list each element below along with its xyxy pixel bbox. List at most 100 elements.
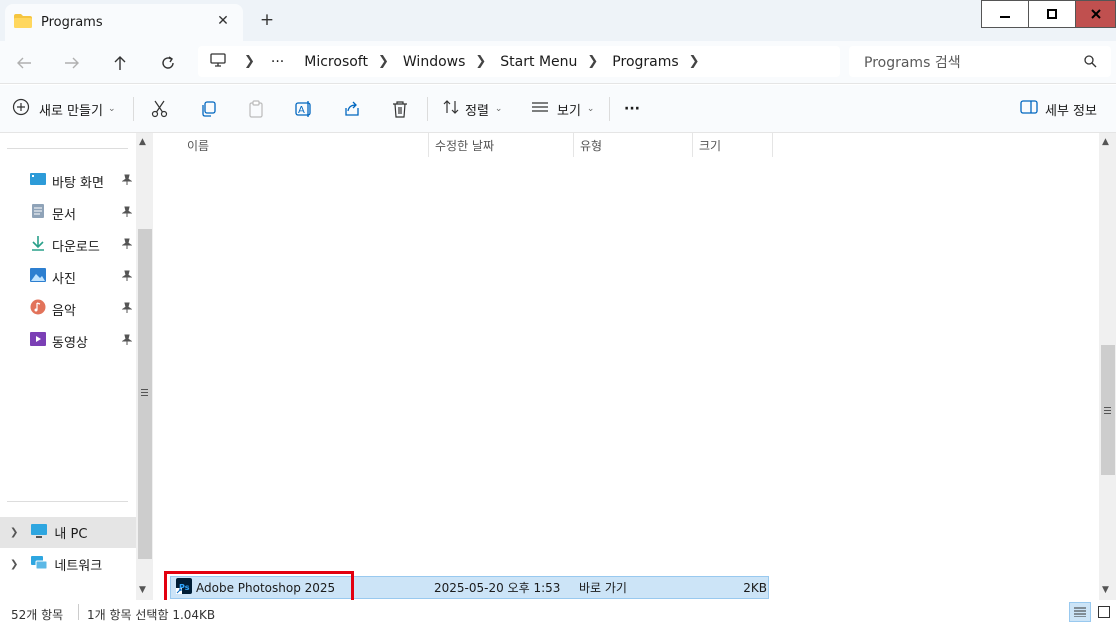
minimize-button[interactable] <box>981 0 1029 28</box>
video-icon <box>30 331 46 351</box>
status-bar: 52개 항목 1개 항목 선택함 1.04KB <box>0 600 1116 624</box>
back-arrow-icon[interactable] <box>10 49 38 77</box>
rename-icon[interactable]: A <box>295 98 313 120</box>
tab-title: Programs <box>41 15 103 30</box>
scroll-down-icon[interactable]: ▼ <box>139 585 146 595</box>
sidebar-item-downloads[interactable]: 다운로드 <box>30 234 136 256</box>
file-modified: 2025-05-20 오후 1:53 <box>434 581 561 595</box>
sidebar-item-pictures[interactable]: 사진 <box>30 266 136 288</box>
sidebar-item-label: 내 PC <box>54 527 88 542</box>
column-header-type[interactable]: 유형 <box>574 133 693 157</box>
pin-icon[interactable] <box>121 302 133 318</box>
chevron-right-icon: ❯ <box>377 54 389 69</box>
tiles-view-icon[interactable] <box>1095 603 1113 621</box>
breadcrumb-ellipsis[interactable]: ··· <box>271 54 284 70</box>
toolbar-divider <box>609 97 610 121</box>
address-bar[interactable]: ❯ ··· Microsoft ❯ Windows ❯ Start Menu ❯… <box>198 46 840 77</box>
breadcrumb-start-menu[interactable]: Start Menu <box>500 54 577 70</box>
up-arrow-icon[interactable] <box>106 49 134 77</box>
maximize-button[interactable] <box>1028 0 1076 28</box>
pictures-icon <box>30 267 46 287</box>
plus-circle-icon <box>12 98 30 120</box>
pin-icon[interactable] <box>121 270 133 286</box>
refresh-icon[interactable] <box>154 49 182 77</box>
view-list-icon <box>531 100 549 118</box>
file-row-photoshop[interactable]: Ps Adobe Photoshop 2025 2025-05-20 오후 1:… <box>170 576 769 599</box>
chevron-right-icon: ❯ <box>688 54 700 69</box>
file-name: Adobe Photoshop 2025 <box>196 580 336 595</box>
details-pane-button[interactable]: 세부 정보 <box>1020 98 1097 120</box>
delete-icon[interactable] <box>391 98 409 120</box>
sidebar-item-videos[interactable]: 동영상 <box>30 330 136 352</box>
cut-icon[interactable] <box>151 98 169 120</box>
sidebar-item-this-pc[interactable]: ❯ 내 PC <box>0 517 136 548</box>
file-type: 바로 가기 <box>579 581 627 595</box>
chevron-right-icon: ❯ <box>587 54 599 69</box>
breadcrumb-programs[interactable]: Programs <box>612 54 678 70</box>
paste-icon[interactable] <box>247 98 265 120</box>
column-header-size[interactable]: 크기 <box>693 133 773 157</box>
search-icon[interactable] <box>1083 54 1097 72</box>
more-options-button[interactable]: ··· <box>624 98 640 120</box>
search-input[interactable]: Programs 검색 <box>849 46 1111 77</box>
file-list-scrollbar[interactable]: ▲ ▼ <box>1099 133 1116 600</box>
new-tab-button[interactable]: + <box>257 10 277 30</box>
pin-icon[interactable] <box>121 174 133 190</box>
column-name-label: 이름 <box>187 138 210 153</box>
sidebar-scroll-thumb[interactable] <box>138 229 152 559</box>
sidebar-item-label: 네트워크 <box>54 559 103 574</box>
sort-icon <box>443 99 459 119</box>
pin-icon[interactable] <box>121 238 133 254</box>
pin-icon[interactable] <box>121 334 133 350</box>
item-count: 52개 항목 <box>11 608 64 622</box>
sidebar-item-network[interactable]: ❯ 네트워크 <box>0 549 136 580</box>
toolbar-divider <box>133 97 134 121</box>
copy-icon[interactable] <box>199 98 217 120</box>
share-icon[interactable] <box>343 98 361 120</box>
chevron-down-icon: ⌄ <box>107 104 116 114</box>
sidebar-item-label: 문서 <box>52 207 76 223</box>
computer-icon <box>210 52 226 71</box>
column-header-modified[interactable]: 수정한 날짜 <box>429 133 574 157</box>
file-list: ▲ 이름 수정한 날짜 유형 크기 Ps Adobe Photoshop 202… <box>153 133 1099 600</box>
file-list-scroll-thumb[interactable] <box>1101 345 1115 475</box>
sidebar-divider <box>7 501 128 502</box>
chevron-right-icon: ❯ <box>244 54 255 69</box>
column-header-name[interactable]: 이름 <box>181 133 429 157</box>
sidebar-item-desktop[interactable]: 바탕 화면 <box>30 170 136 192</box>
scroll-down-icon[interactable]: ▼ <box>1102 585 1109 595</box>
tab-programs[interactable]: Programs ✕ <box>5 4 243 41</box>
command-bar: 새로 만들기 ⌄ A 정렬 ⌄ 보기 ⌄ ··· 세부 정보 <box>0 85 1116 133</box>
title-bar: Programs ✕ + <box>0 0 1116 41</box>
sort-button[interactable]: 정렬 ⌄ <box>443 98 502 120</box>
sidebar-item-label: 사진 <box>52 271 76 287</box>
new-button[interactable]: 새로 만들기 ⌄ <box>12 98 115 120</box>
document-icon <box>30 203 46 223</box>
tab-close-icon[interactable]: ✕ <box>215 13 231 29</box>
desktop-icon <box>30 172 46 190</box>
details-pane-icon <box>1020 100 1038 118</box>
forward-arrow-icon[interactable] <box>58 49 86 77</box>
network-icon <box>30 555 48 575</box>
close-window-button[interactable] <box>1075 0 1116 28</box>
breadcrumb-microsoft[interactable]: Microsoft <box>304 54 368 70</box>
selection-info: 1개 항목 선택함 1.04KB <box>87 608 216 622</box>
music-icon <box>30 299 46 319</box>
sidebar-item-label: 다운로드 <box>52 239 100 255</box>
column-size-label: 크기 <box>699 138 722 153</box>
sidebar-item-documents[interactable]: 문서 <box>30 202 136 224</box>
chevron-right-icon[interactable]: ❯ <box>10 527 18 538</box>
details-view-icon[interactable] <box>1069 602 1091 622</box>
navigation-bar: ❯ ··· Microsoft ❯ Windows ❯ Start Menu ❯… <box>0 41 1116 84</box>
sidebar-scrollbar[interactable]: ▲ ▼ <box>136 133 153 600</box>
pin-icon[interactable] <box>121 206 133 222</box>
column-modified-label: 수정한 날짜 <box>435 138 495 153</box>
chevron-right-icon[interactable]: ❯ <box>10 559 18 570</box>
sidebar-item-music[interactable]: 음악 <box>30 298 136 320</box>
breadcrumb-windows[interactable]: Windows <box>403 54 466 70</box>
view-button[interactable]: 보기 ⌄ <box>531 98 594 120</box>
scroll-up-icon[interactable]: ▲ <box>139 137 146 147</box>
toolbar-divider <box>427 97 428 121</box>
new-button-label: 새로 만들기 <box>39 103 103 119</box>
scroll-up-icon[interactable]: ▲ <box>1102 137 1109 147</box>
